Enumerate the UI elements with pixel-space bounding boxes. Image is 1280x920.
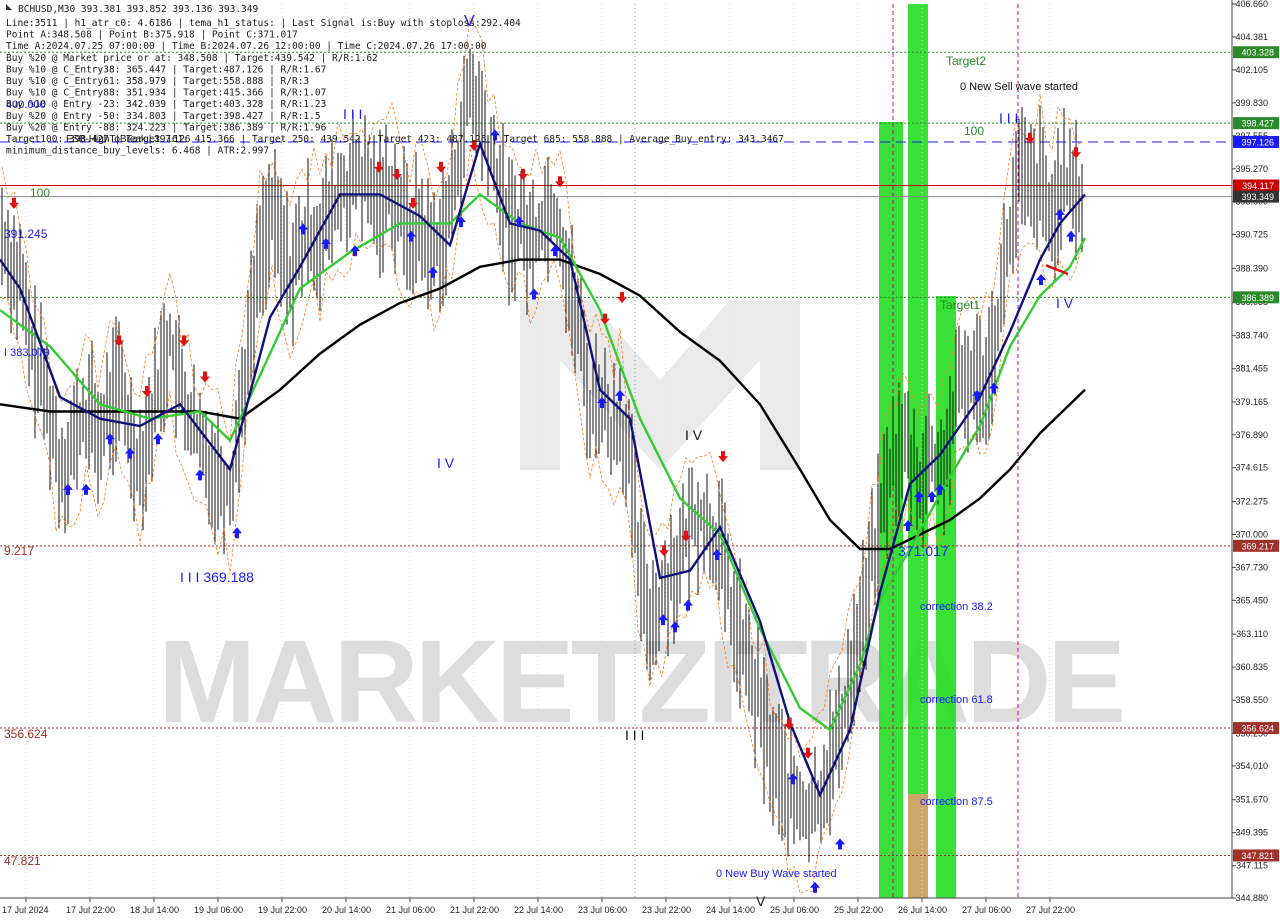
price-tick-label: 349.395 bbox=[1235, 828, 1268, 838]
price-tick-label: 363.110 bbox=[1236, 629, 1268, 639]
price-tick-label: 402.105 bbox=[1235, 65, 1268, 75]
price-tick-label: 344.880 bbox=[1235, 893, 1268, 903]
time-tick-label: 23 Jul 06:00 bbox=[578, 905, 627, 915]
time-tick-label: 24 Jul 14:00 bbox=[706, 905, 755, 915]
wave-iv-left: I V bbox=[437, 455, 455, 471]
time-tick-label: 27 Jul 22:00 bbox=[1026, 905, 1075, 915]
time-tick-label: 18 Jul 14:00 bbox=[130, 905, 179, 915]
price-tag-label: 356.624 bbox=[1241, 724, 1274, 734]
price-tick-label: 360.835 bbox=[1235, 662, 1268, 672]
price-tag-label: 403.328 bbox=[1241, 48, 1274, 58]
price-tick-label: 374.615 bbox=[1235, 463, 1268, 473]
info-line: Time A:2024.07.25 07:00:00 | Time B:2024… bbox=[6, 41, 487, 52]
time-tick-label: 17 Jul 22:00 bbox=[66, 905, 115, 915]
price-tick-label: 372.275 bbox=[1235, 497, 1268, 507]
level-100-left: 100 bbox=[30, 186, 50, 200]
target2-label: Target2 bbox=[946, 54, 986, 68]
correction-618-label: correction 61.8 bbox=[920, 694, 993, 706]
price-tick-label: 376.890 bbox=[1235, 430, 1268, 440]
time-tick-label: 21 Jul 22:00 bbox=[450, 905, 499, 915]
price-tag-label: 397.126 bbox=[1241, 137, 1274, 147]
price-tick-label: 367.730 bbox=[1235, 562, 1268, 572]
point-c-label: 371.017 bbox=[898, 543, 949, 559]
time-tick-label: 25 Jul 22:00 bbox=[834, 905, 883, 915]
info-line: Buy %10 @ C_Entry88: 351.934 | Target:41… bbox=[6, 88, 326, 99]
time-tick-label: 26 Jul 14:00 bbox=[898, 905, 947, 915]
correction-875-label: correction 87.5 bbox=[920, 796, 993, 808]
correction-382-label: correction 38.2 bbox=[920, 601, 993, 613]
price-tick-label: 395.270 bbox=[1235, 164, 1268, 174]
time-tick-label: 25 Jul 06:00 bbox=[770, 905, 819, 915]
info-symbol-line: BCHUSD,M30 393.381 393.852 393.136 393.3… bbox=[18, 4, 258, 15]
price-tick-label: 379.165 bbox=[1235, 397, 1268, 407]
info-line: Buy %10 @ C_Entry38: 365.447 | Target:48… bbox=[6, 64, 326, 75]
price-tick-label: 388.390 bbox=[1235, 263, 1268, 273]
time-tick-label: 23 Jul 22:00 bbox=[642, 905, 691, 915]
price-tag-label: 369.217 bbox=[1241, 541, 1274, 551]
time-tick-label: 17 Jul 2024 bbox=[2, 905, 49, 915]
time-tick-label: 27 Jul 06:00 bbox=[962, 905, 1011, 915]
wave-iii-bottom: I I I bbox=[625, 727, 644, 743]
price-tick-label: 354.010 bbox=[1235, 761, 1268, 771]
price-tag-label: 386.389 bbox=[1241, 293, 1274, 303]
price-tag-label: 394.117 bbox=[1242, 181, 1274, 191]
wave-iv-right: I V bbox=[1056, 295, 1074, 311]
wave-iii-top: I I I bbox=[343, 106, 362, 122]
price-tick-label: 383.740 bbox=[1235, 331, 1268, 341]
price-tag-label: 347.821 bbox=[1241, 851, 1274, 861]
price-tick-label: 358.550 bbox=[1235, 695, 1268, 705]
info-line: Target100: 398.427 | Target 161: 415.366… bbox=[6, 134, 784, 145]
time-tick-label: 21 Jul 06:00 bbox=[386, 905, 435, 915]
wave-v-bottom: V bbox=[756, 893, 766, 909]
time-tick-label: 19 Jul 22:00 bbox=[258, 905, 307, 915]
left-391-label: 391.245 bbox=[4, 227, 48, 241]
info-line: Buy %10 @ C_Entry61: 358.979 | Target:55… bbox=[6, 76, 309, 87]
left-369-label: 9.217 bbox=[4, 544, 34, 558]
price-tick-label: 390.725 bbox=[1235, 230, 1268, 240]
zone-orange bbox=[908, 794, 928, 898]
wave-iii-369: I I I 369.188 bbox=[180, 569, 254, 585]
price-tick-label: 347.115 bbox=[1236, 861, 1268, 871]
time-tick-label: 20 Jul 14:00 bbox=[322, 905, 371, 915]
wave-iv-mid: I V bbox=[685, 427, 703, 443]
info-line: Point A:348.508 | Point B:375.918 | Poin… bbox=[6, 30, 298, 41]
time-tick-label: 19 Jul 06:00 bbox=[194, 905, 243, 915]
info-line: minimum_distance_buy_levels: 6.468 | ATR… bbox=[6, 146, 269, 157]
price-tick-label: 365.450 bbox=[1235, 595, 1268, 605]
info-line: Buy %20 @ Entry -50: 334.803 | Target:39… bbox=[6, 111, 321, 122]
chart-canvas[interactable]: MARKETZITRADE Target2Target10 New Sell w… bbox=[0, 0, 1280, 920]
left-383-label: I 383.079 bbox=[4, 347, 50, 359]
target1-label: Target1 bbox=[940, 298, 980, 312]
time-tick-label: 22 Jul 14:00 bbox=[514, 905, 563, 915]
left-347-label: 47.821 bbox=[4, 854, 41, 868]
info-line: Buy %20 @ Entry -88: 324.223 | Target:38… bbox=[6, 122, 327, 133]
info-line: Buy %20 @ Market price or at: 348.508 | … bbox=[6, 53, 378, 64]
info-line: Line:3511 | h1_atr_c0: 4.6186 | tema_h1_… bbox=[6, 18, 521, 29]
level-100-right: 100 bbox=[964, 124, 984, 138]
new-buy-label: 0 New Buy Wave started bbox=[716, 868, 837, 880]
price-tag-label: 393.349 bbox=[1241, 192, 1274, 202]
wave-iii-right: I I I bbox=[999, 110, 1018, 126]
info-line: Buy %10 @ Entry -23: 342.039 | Target:40… bbox=[6, 99, 326, 110]
price-tick-label: 381.455 bbox=[1235, 364, 1268, 374]
price-tick-label: 404.381 bbox=[1235, 32, 1268, 42]
price-tick-label: 351.670 bbox=[1235, 795, 1268, 805]
price-tick-label: 370.000 bbox=[1235, 529, 1268, 539]
new-sell-label: 0 New Sell wave started bbox=[960, 81, 1078, 93]
left-356-label: 356.624 bbox=[4, 727, 48, 741]
price-tick-label: 406.660 bbox=[1235, 0, 1268, 9]
price-tick-label: 399.830 bbox=[1235, 98, 1268, 108]
price-tag-label: 398.427 bbox=[1241, 119, 1274, 129]
